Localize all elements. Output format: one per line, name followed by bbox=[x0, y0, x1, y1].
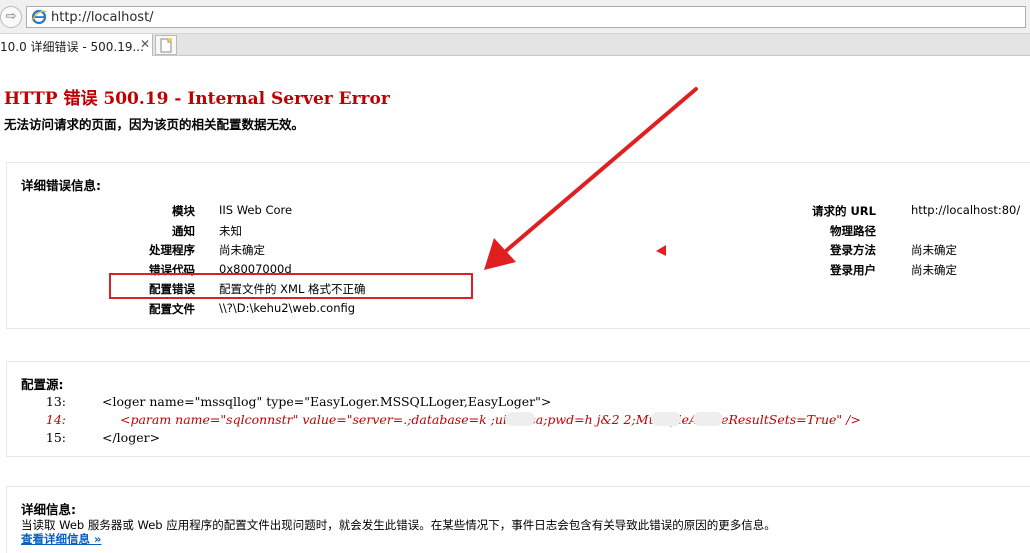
redaction-smudge bbox=[693, 412, 723, 426]
line-number: 14: bbox=[45, 412, 66, 427]
line-number: 13: bbox=[45, 394, 66, 409]
annotation-highlight-box bbox=[109, 273, 473, 299]
detail-value: 尚未确定 bbox=[911, 263, 957, 277]
address-bar: ⇨ http://localhost/ bbox=[0, 0, 1030, 34]
url-input[interactable]: http://localhost/ bbox=[26, 6, 1026, 28]
page-subtitle: 无法访问请求的页面，因为该页的相关配置数据无效。 bbox=[4, 117, 305, 132]
detail-label: 模块 bbox=[172, 204, 195, 218]
line-number: 15: bbox=[45, 430, 66, 445]
detail-label: 请求的 URL bbox=[811, 204, 876, 218]
close-tab-icon[interactable]: ✕ bbox=[140, 37, 150, 51]
detail-value: 尚未确定 bbox=[219, 243, 265, 257]
detail-value: http://localhost:80/ bbox=[911, 203, 1021, 217]
redaction-smudge bbox=[651, 412, 681, 426]
more-info-text: 当读取 Web 服务器或 Web 应用程序的配置文件出现问题时，就会发生此错误。… bbox=[21, 518, 776, 532]
detail-heading: 详细错误信息: bbox=[21, 178, 101, 193]
view-more-info-link[interactable]: 查看详细信息 » bbox=[21, 531, 101, 547]
tab-title: 10.0 详细错误 - 500.19... bbox=[0, 40, 144, 54]
detail-label: 配置文件 bbox=[149, 302, 195, 316]
detail-value: IIS Web Core bbox=[219, 203, 293, 217]
detail-label: 登录方法 bbox=[830, 243, 876, 257]
ie-logo-icon bbox=[31, 9, 47, 25]
page-title: HTTP 错误 500.19 - Internal Server Error bbox=[4, 89, 390, 109]
detail-value: 未知 bbox=[219, 224, 242, 238]
tab-active[interactable]: 10.0 详细错误 - 500.19... ✕ bbox=[0, 34, 153, 56]
config-source-heading: 配置源: bbox=[21, 377, 64, 392]
new-tab-icon bbox=[160, 38, 172, 53]
detail-label: 物理路径 bbox=[830, 224, 876, 238]
code-text: <param name="sqlconnstr" value="server=.… bbox=[120, 412, 861, 427]
detail-value: 尚未确定 bbox=[911, 243, 957, 257]
forward-button[interactable]: ⇨ bbox=[0, 6, 22, 28]
more-info-panel: 详细信息: 当读取 Web 服务器或 Web 应用程序的配置文件出现问题时，就会… bbox=[6, 486, 1030, 553]
code-text: </loger> bbox=[102, 430, 161, 445]
tab-bar: 10.0 详细错误 - 500.19... ✕ bbox=[0, 34, 1030, 56]
url-text: http://localhost/ bbox=[51, 10, 154, 25]
more-info-heading: 详细信息: bbox=[21, 502, 76, 517]
redaction-smudge bbox=[505, 412, 535, 426]
new-tab-button[interactable] bbox=[155, 35, 177, 55]
detail-label: 处理程序 bbox=[149, 243, 195, 257]
code-text: <loger name="mssqllog" type="EasyLoger.M… bbox=[102, 394, 552, 409]
detail-label: 登录用户 bbox=[830, 263, 876, 277]
detail-value: \\?\D:\kehu2\web.config bbox=[219, 301, 356, 315]
detail-label: 通知 bbox=[172, 224, 195, 238]
